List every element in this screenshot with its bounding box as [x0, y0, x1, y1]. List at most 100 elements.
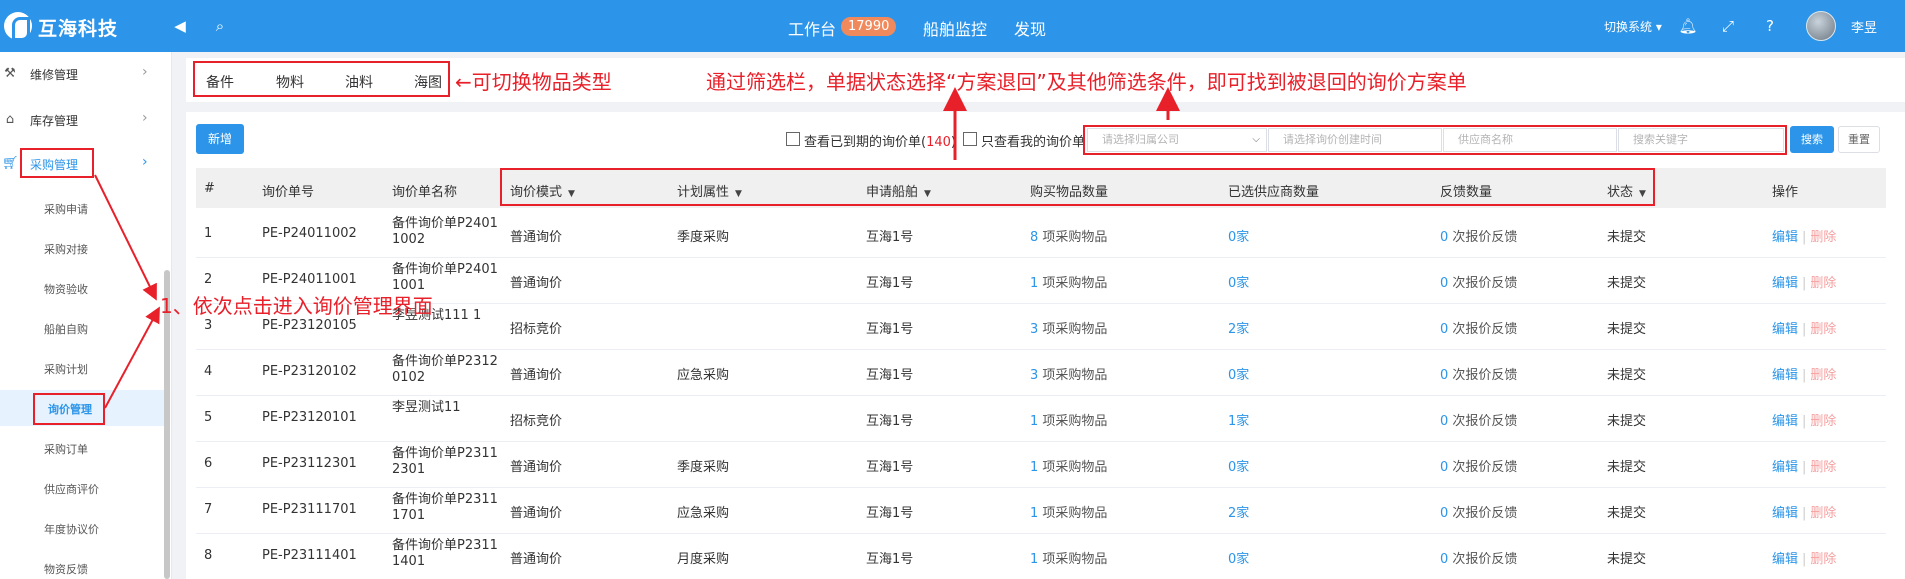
delete-link[interactable]: 删除	[1810, 552, 1836, 567]
sidebar-sub-label: 物资验收	[44, 283, 88, 296]
reset-button[interactable]: 重置	[1838, 126, 1880, 153]
supplier-unit: 家	[1236, 552, 1250, 567]
cell-purchase-qty[interactable]: 3 项采购物品	[1030, 364, 1107, 383]
delete-link[interactable]: 删除	[1810, 368, 1836, 383]
action-divider: |	[1802, 552, 1807, 567]
cell-supplier-count[interactable]: 1家	[1228, 410, 1249, 429]
delete-link[interactable]: 删除	[1810, 460, 1836, 475]
cell-inquiry-mode: 普通询价	[510, 368, 563, 383]
cell-status: 未提交	[1607, 368, 1647, 383]
cell-supplier-count[interactable]: 2家	[1228, 318, 1249, 337]
delete-link[interactable]: 删除	[1810, 506, 1836, 521]
cell-inquiry-name: 备件询价单P2401 1002	[392, 216, 498, 247]
sidebar-item-label: 维修管理	[30, 68, 79, 82]
user-name[interactable]: 李昱	[1851, 17, 1877, 36]
sidebar-item-maintenance[interactable]: ⚒ 维修管理 ›	[0, 56, 165, 92]
cell-inquiry-mode: 普通询价	[510, 230, 563, 245]
cell-purchase-qty[interactable]: 1 项采购物品	[1030, 410, 1107, 429]
feedback-unit: 次报价反馈	[1448, 276, 1518, 291]
add-button[interactable]: 新增	[196, 124, 244, 154]
cell-purchase-qty[interactable]: 1 项采购物品	[1030, 272, 1107, 291]
inquiry-highlight-box	[33, 393, 105, 425]
columns-highlight-box	[500, 168, 1655, 206]
sidebar-sub-ship-self-purchase[interactable]: 船舶自购	[0, 310, 165, 346]
sidebar-sub-purchase-request[interactable]: 采购申请	[0, 190, 165, 226]
edit-link[interactable]: 编辑	[1772, 460, 1798, 475]
cell-actions: 编辑 | 删除	[1772, 364, 1836, 383]
cell-purchase-qty[interactable]: 1 项采购物品	[1030, 456, 1107, 475]
cell-supplier-count[interactable]: 0家	[1228, 548, 1249, 567]
sidebar-sub-purchase-plan[interactable]: 采购计划	[0, 350, 165, 386]
nav-ship-monitor[interactable]: 船舶监控	[923, 16, 987, 40]
sidebar-sub-purchase-matching[interactable]: 采购对接	[0, 230, 165, 266]
nav-workbench[interactable]: 工作台	[788, 16, 836, 40]
delete-link[interactable]: 删除	[1810, 230, 1836, 245]
avatar[interactable]	[1806, 11, 1836, 41]
cell-feedback-count[interactable]: 0 次报价反馈	[1440, 364, 1517, 383]
wrench-icon: ⚒	[4, 66, 16, 81]
sidebar-sub-purchase-order[interactable]: 采购订单	[0, 430, 165, 466]
cell-purchase-qty[interactable]: 3 项采购物品	[1030, 318, 1107, 337]
feedback-unit: 次报价反馈	[1448, 322, 1518, 337]
mine-checkbox[interactable]	[963, 132, 977, 146]
cell-feedback-count[interactable]: 0 次报价反馈	[1440, 410, 1517, 429]
expired-checkbox-label[interactable]: 查看已到期的询价单(140)	[804, 131, 956, 150]
bell-icon[interactable]: 🔔︎	[1678, 16, 1698, 36]
cell-inquiry-mode: 招标竞价	[510, 414, 563, 429]
edit-link[interactable]: 编辑	[1772, 552, 1798, 567]
cell-inquiry-code: PE-P23120105	[262, 318, 357, 333]
cell-feedback-count[interactable]: 0 次报价反馈	[1440, 456, 1517, 475]
cell-plan-attribute: 月度采购	[677, 552, 730, 567]
help-icon[interactable]: ?	[1760, 16, 1780, 36]
edit-link[interactable]: 编辑	[1772, 506, 1798, 521]
cell-inquiry-mode: 普通询价	[510, 506, 563, 521]
expired-label-close: )	[950, 135, 956, 150]
supplier-unit: 家	[1236, 368, 1250, 383]
action-divider: |	[1802, 506, 1807, 521]
cell-status: 未提交	[1607, 414, 1647, 429]
cell-supplier-count[interactable]: 0家	[1228, 456, 1249, 475]
edit-link[interactable]: 编辑	[1772, 230, 1798, 245]
feedback-unit: 次报价反馈	[1448, 552, 1518, 567]
nav-discover[interactable]: 发现	[1014, 16, 1046, 40]
cell-feedback-count[interactable]: 0 次报价反馈	[1440, 226, 1517, 245]
cell-supplier-count[interactable]: 0家	[1228, 364, 1249, 383]
search-icon[interactable]: ⌕	[210, 16, 230, 36]
cell-feedback-count[interactable]: 0 次报价反馈	[1440, 272, 1517, 291]
cell-supplier-count[interactable]: 0家	[1228, 272, 1249, 291]
delete-link[interactable]: 删除	[1810, 322, 1836, 337]
mine-checkbox-label[interactable]: 只查看我的询价单	[981, 131, 1085, 150]
expired-checkbox[interactable]	[786, 132, 800, 146]
cell-status: 未提交	[1607, 230, 1647, 245]
delete-link[interactable]: 删除	[1810, 276, 1836, 291]
sidebar-sub-supplier-evaluation[interactable]: 供应商评价	[0, 470, 165, 506]
sidebar-sub-label: 采购对接	[44, 243, 88, 256]
edit-link[interactable]: 编辑	[1772, 276, 1798, 291]
cell-applying-ship: 互海1号	[866, 276, 914, 291]
cell-feedback-count[interactable]: 0 次报价反馈	[1440, 548, 1517, 567]
cell-purchase-qty[interactable]: 1 项采购物品	[1030, 502, 1107, 521]
search-button[interactable]: 搜索	[1790, 126, 1834, 153]
chevron-right-icon: ›	[142, 64, 148, 80]
edit-link[interactable]: 编辑	[1772, 322, 1798, 337]
cell-feedback-count[interactable]: 0 次报价反馈	[1440, 318, 1517, 337]
delete-link[interactable]: 删除	[1810, 414, 1836, 429]
procurement-highlight-box	[20, 148, 94, 178]
cell-supplier-count[interactable]: 0家	[1228, 226, 1249, 245]
cell-feedback-count[interactable]: 0 次报价反馈	[1440, 502, 1517, 521]
cell-supplier-count[interactable]: 2家	[1228, 502, 1249, 521]
sidebar-sub-material-acceptance[interactable]: 物资验收	[0, 270, 165, 306]
sidebar-item-inventory[interactable]: ⌂ 库存管理 ›	[0, 102, 165, 138]
cell-purchase-qty[interactable]: 8 项采购物品	[1030, 226, 1107, 245]
fullscreen-icon[interactable]: ⤢	[1718, 16, 1738, 36]
cell-status: 未提交	[1607, 506, 1647, 521]
sidebar-sub-annual-agreement[interactable]: 年度协议价	[0, 510, 165, 546]
cell-purchase-qty[interactable]: 1 项采购物品	[1030, 548, 1107, 567]
back-icon[interactable]: ◀	[170, 16, 190, 36]
switch-system-dropdown[interactable]: 切换系统 ▾	[1604, 18, 1662, 35]
cell-inquiry-code: PE-P24011002	[262, 226, 357, 241]
sidebar-sub-material-feedback[interactable]: 物资反馈	[0, 550, 165, 579]
edit-link[interactable]: 编辑	[1772, 368, 1798, 383]
sidebar-sub-label: 船舶自购	[44, 323, 88, 336]
edit-link[interactable]: 编辑	[1772, 414, 1798, 429]
